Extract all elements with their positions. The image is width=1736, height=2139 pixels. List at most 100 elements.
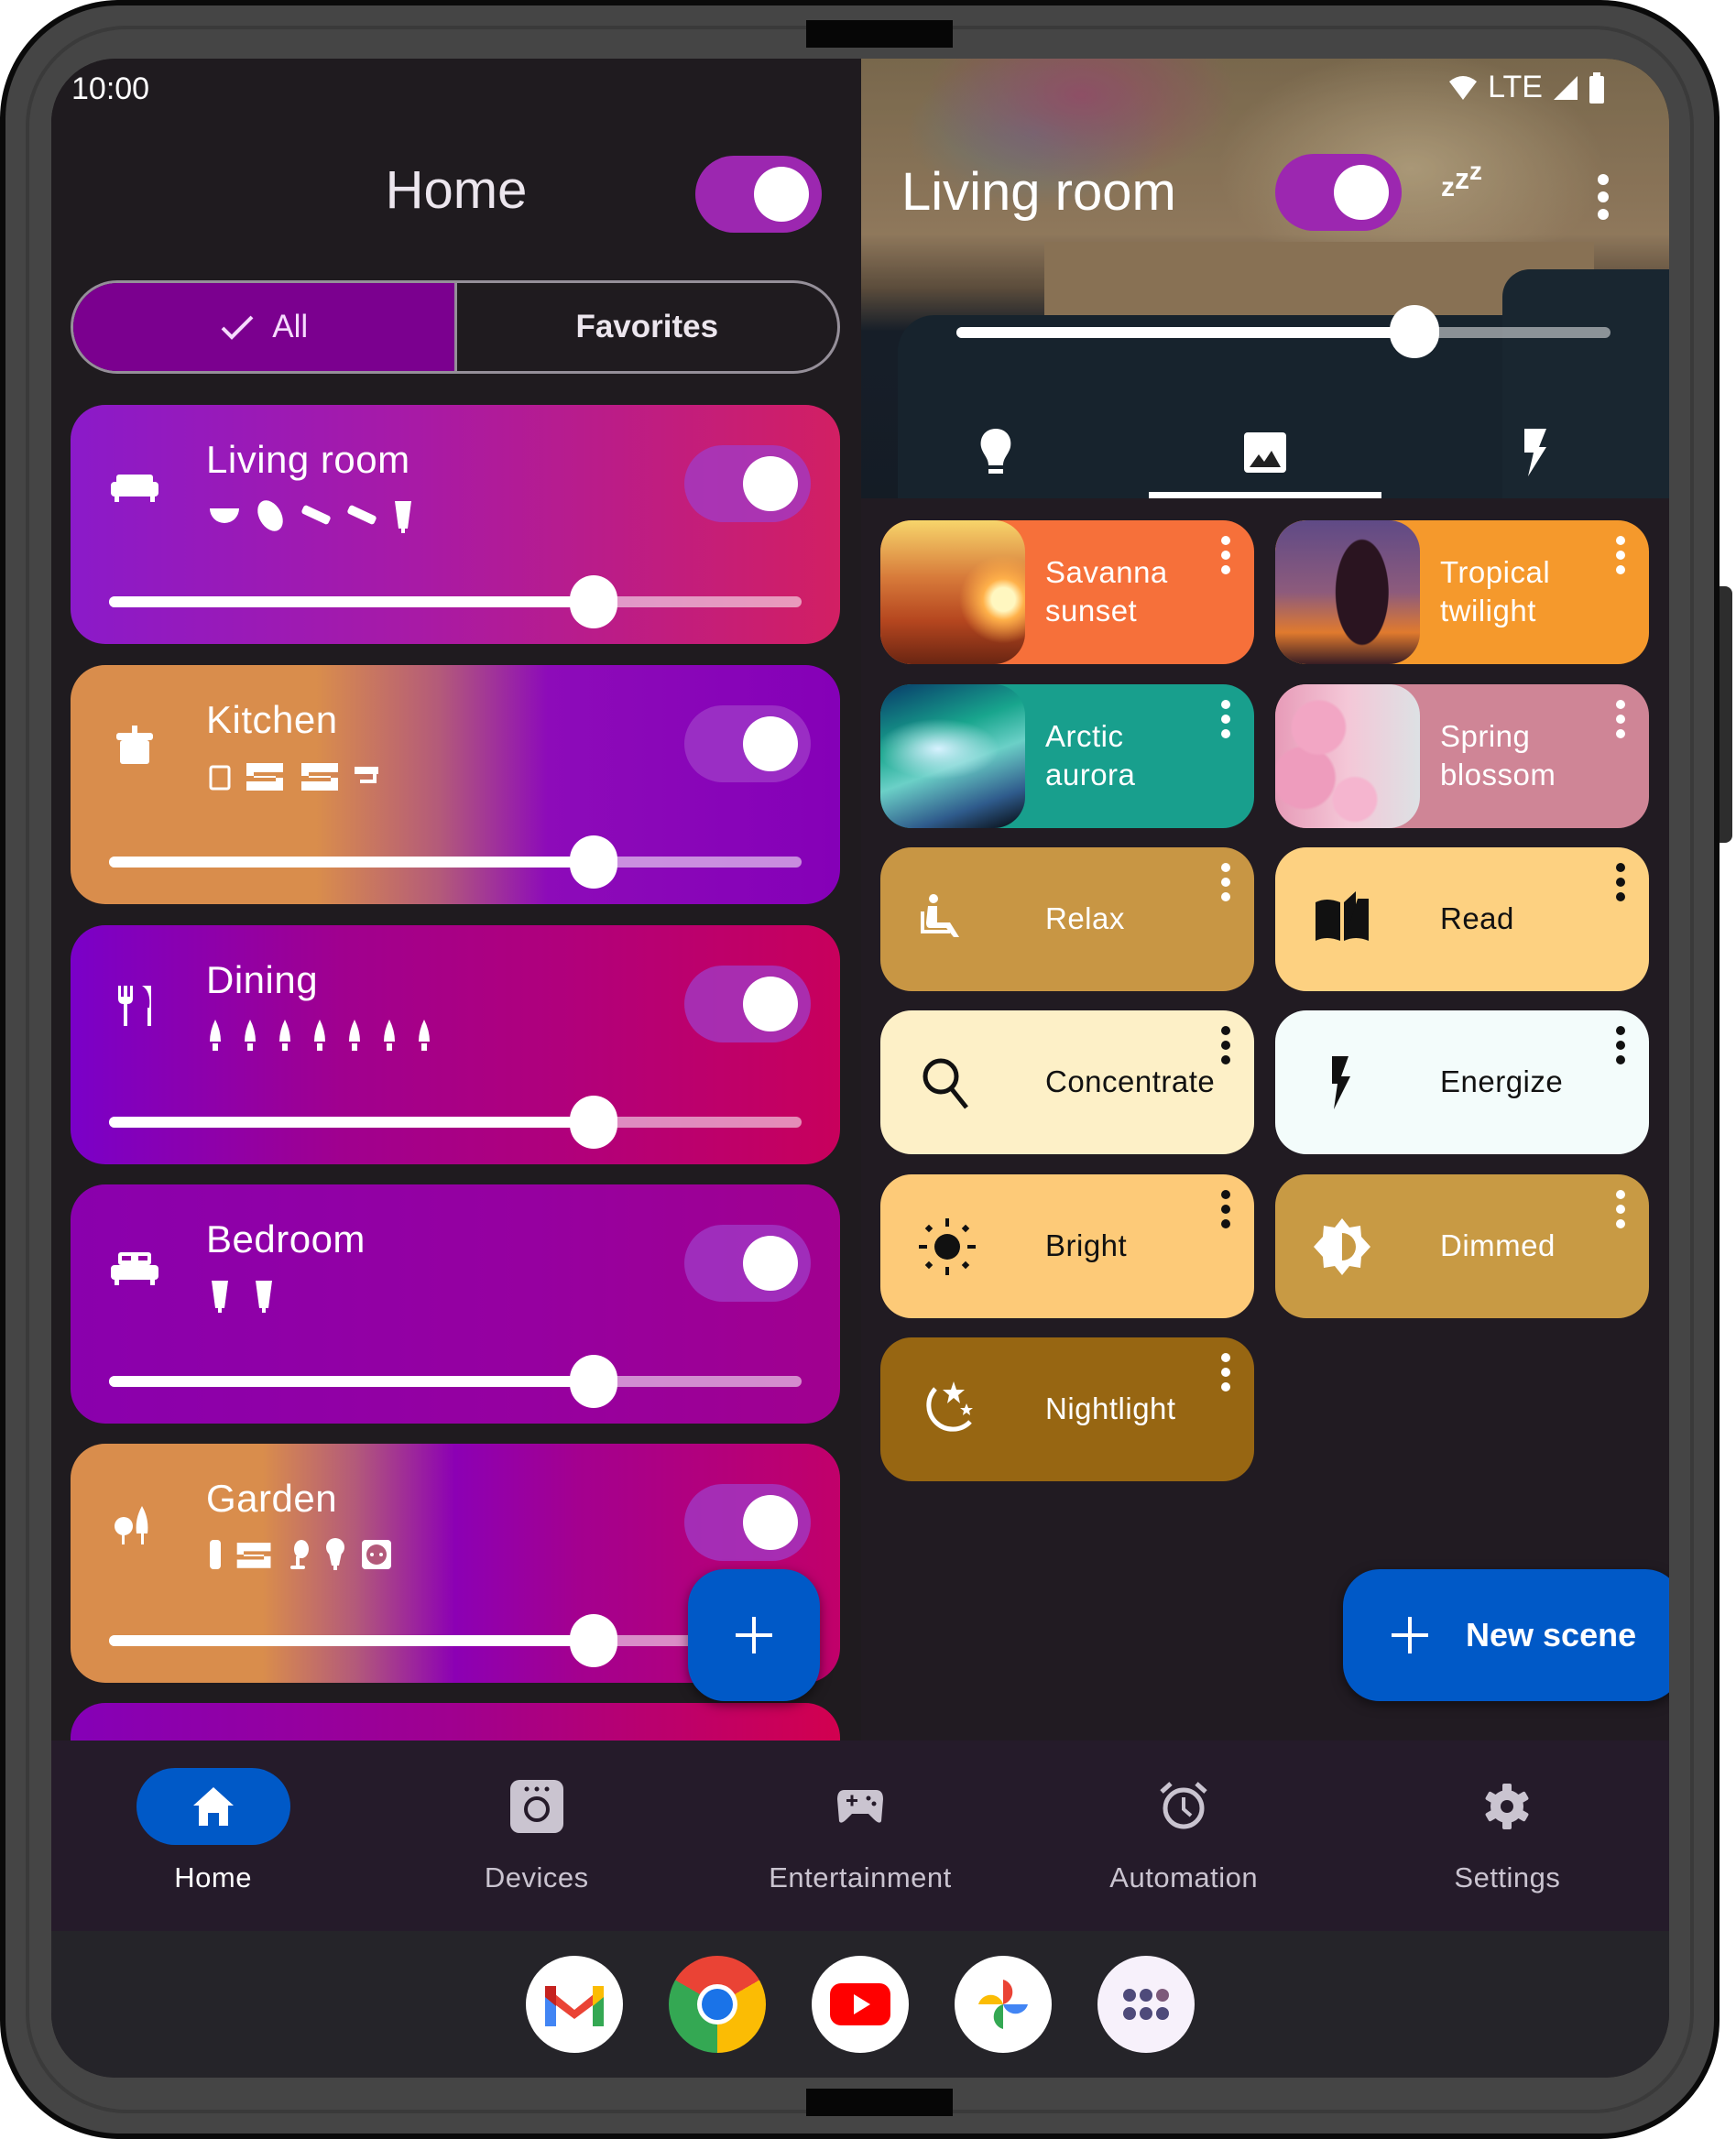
room-lights <box>206 1013 433 1059</box>
slider-thumb[interactable] <box>570 1355 618 1408</box>
slider-thumb[interactable] <box>1389 305 1439 358</box>
room-lights <box>206 1272 278 1318</box>
tab-effects[interactable] <box>1400 407 1669 498</box>
toggle-knob <box>743 716 798 771</box>
scene-tile-arctic-aurora[interactable]: Arctic aurora <box>880 684 1254 828</box>
scene-tile-energize[interactable]: Energize <box>1275 1010 1649 1154</box>
tab-scenes[interactable] <box>1130 407 1400 498</box>
nav-indicator <box>783 1768 937 1845</box>
more-vert-icon[interactable] <box>1614 862 1627 902</box>
bollard-icon <box>210 1540 221 1569</box>
scene-label-line: sunset <box>1045 594 1138 628</box>
bulb-tall-icon <box>212 1281 228 1313</box>
slider-fill <box>109 1376 595 1387</box>
slider-thumb[interactable] <box>570 575 618 628</box>
scene-label-line: Tropical <box>1440 555 1551 589</box>
more-vert-icon[interactable] <box>1219 1025 1232 1065</box>
dock-app-photos[interactable] <box>955 1956 1052 2053</box>
room-brightness-slider[interactable] <box>109 1096 802 1149</box>
slider-fill <box>109 596 595 607</box>
scene-tile-dimmed[interactable]: Dimmed <box>1275 1174 1649 1318</box>
room-card-kitchen[interactable]: Kitchen <box>71 665 840 904</box>
home-master-toggle[interactable] <box>695 156 822 233</box>
app-dock <box>51 1931 1669 2078</box>
room-name: Dining <box>206 958 319 1001</box>
room-toggle[interactable] <box>684 445 811 522</box>
more-vert-icon[interactable] <box>1219 699 1232 739</box>
more-vert-icon[interactable] <box>1219 1352 1232 1392</box>
nav-automation[interactable]: Automation <box>1022 1741 1346 1931</box>
room-card-dining[interactable]: Dining <box>71 925 840 1164</box>
new-scene-button[interactable]: New scene <box>1343 1569 1669 1701</box>
more-vert-icon[interactable] <box>1614 1189 1627 1229</box>
room-toggle[interactable] <box>684 1484 811 1561</box>
moon-stars-icon <box>917 1380 977 1440</box>
scene-tile-bright[interactable]: Bright <box>880 1174 1254 1318</box>
devices-icon <box>509 1780 563 1833</box>
book-icon <box>1312 889 1372 950</box>
more-vert-icon[interactable] <box>1219 535 1232 575</box>
scene-tile-spring-blossom[interactable]: Spring blossom <box>1275 684 1649 828</box>
filter-all-button[interactable]: All <box>73 283 457 371</box>
room-brightness-slider[interactable] <box>109 835 802 889</box>
room-toggle[interactable] <box>684 705 811 782</box>
scene-label: Tropical twilight <box>1440 553 1550 630</box>
room-brightness-slider[interactable] <box>109 575 802 628</box>
more-vert-icon[interactable] <box>1614 1025 1627 1065</box>
nav-settings[interactable]: Settings <box>1346 1741 1669 1931</box>
gamepad-icon <box>837 1790 883 1823</box>
room-card-living-room[interactable]: Living room <box>71 405 840 644</box>
alarm-icon <box>1160 1782 1207 1829</box>
scene-tile-nightlight[interactable]: Nightlight <box>880 1337 1254 1481</box>
toggle-knob <box>743 456 798 511</box>
filter-all-label: All <box>272 309 309 344</box>
slider-fill <box>109 857 595 868</box>
chrome-icon <box>697 1984 737 2024</box>
battery-icon <box>1589 71 1604 104</box>
room-brightness-slider[interactable] <box>109 1355 802 1408</box>
scene-tile-read[interactable]: Read <box>1275 847 1649 991</box>
youtube-icon <box>830 1983 890 2025</box>
scene-tile-concentrate[interactable]: Concentrate <box>880 1010 1254 1154</box>
sleep-icon[interactable]: zzz <box>1441 157 1482 204</box>
slider-thumb[interactable] <box>570 835 618 889</box>
more-vert-icon[interactable] <box>1219 862 1232 902</box>
add-room-button[interactable] <box>688 1569 820 1701</box>
more-vert-icon[interactable] <box>1219 1189 1232 1229</box>
toggle-knob <box>743 1495 798 1550</box>
room-detail-brightness-slider[interactable] <box>956 305 1610 358</box>
more-vert-icon[interactable] <box>1614 699 1627 739</box>
room-card-bedroom[interactable]: Bedroom <box>71 1184 840 1424</box>
hinge-top <box>806 20 953 48</box>
tab-lights[interactable] <box>861 407 1130 498</box>
filter-favorites-button[interactable]: Favorites <box>457 283 838 371</box>
scene-label: Energize <box>1440 1064 1564 1098</box>
scene-tile-savanna-sunset[interactable]: Savanna sunset <box>880 520 1254 664</box>
dock-app-chrome[interactable] <box>669 1956 766 2053</box>
nav-entertainment[interactable]: Entertainment <box>698 1741 1021 1931</box>
more-vert-icon[interactable] <box>1594 172 1612 222</box>
nav-home[interactable]: Home <box>51 1741 375 1931</box>
gmail-icon <box>545 1986 604 2026</box>
nav-devices[interactable]: Devices <box>375 1741 698 1931</box>
scene-tile-tropical-twilight[interactable]: Tropical twilight <box>1275 520 1649 664</box>
power-button <box>1720 586 1732 843</box>
dock-app-youtube[interactable] <box>812 1956 909 2053</box>
nav-indicator <box>1107 1768 1261 1845</box>
room-lights <box>206 753 380 799</box>
room-lights <box>206 493 417 539</box>
dock-app-drawer[interactable] <box>1097 1956 1195 2053</box>
room-detail-toggle[interactable] <box>1275 154 1402 231</box>
slider-thumb[interactable] <box>570 1614 618 1667</box>
nav-indicator <box>136 1768 290 1845</box>
scene-tile-relax[interactable]: Relax <box>880 847 1254 991</box>
room-toggle[interactable] <box>684 1225 811 1302</box>
room-toggle[interactable] <box>684 966 811 1042</box>
slider-thumb[interactable] <box>570 1096 618 1149</box>
dock-app-gmail[interactable] <box>526 1956 623 2053</box>
more-vert-icon[interactable] <box>1614 535 1627 575</box>
room-card-partial[interactable] <box>71 1703 840 1741</box>
scene-label: Arctic aurora <box>1045 717 1135 794</box>
bolt-icon <box>1524 429 1546 476</box>
strip-end-icon <box>355 767 378 783</box>
